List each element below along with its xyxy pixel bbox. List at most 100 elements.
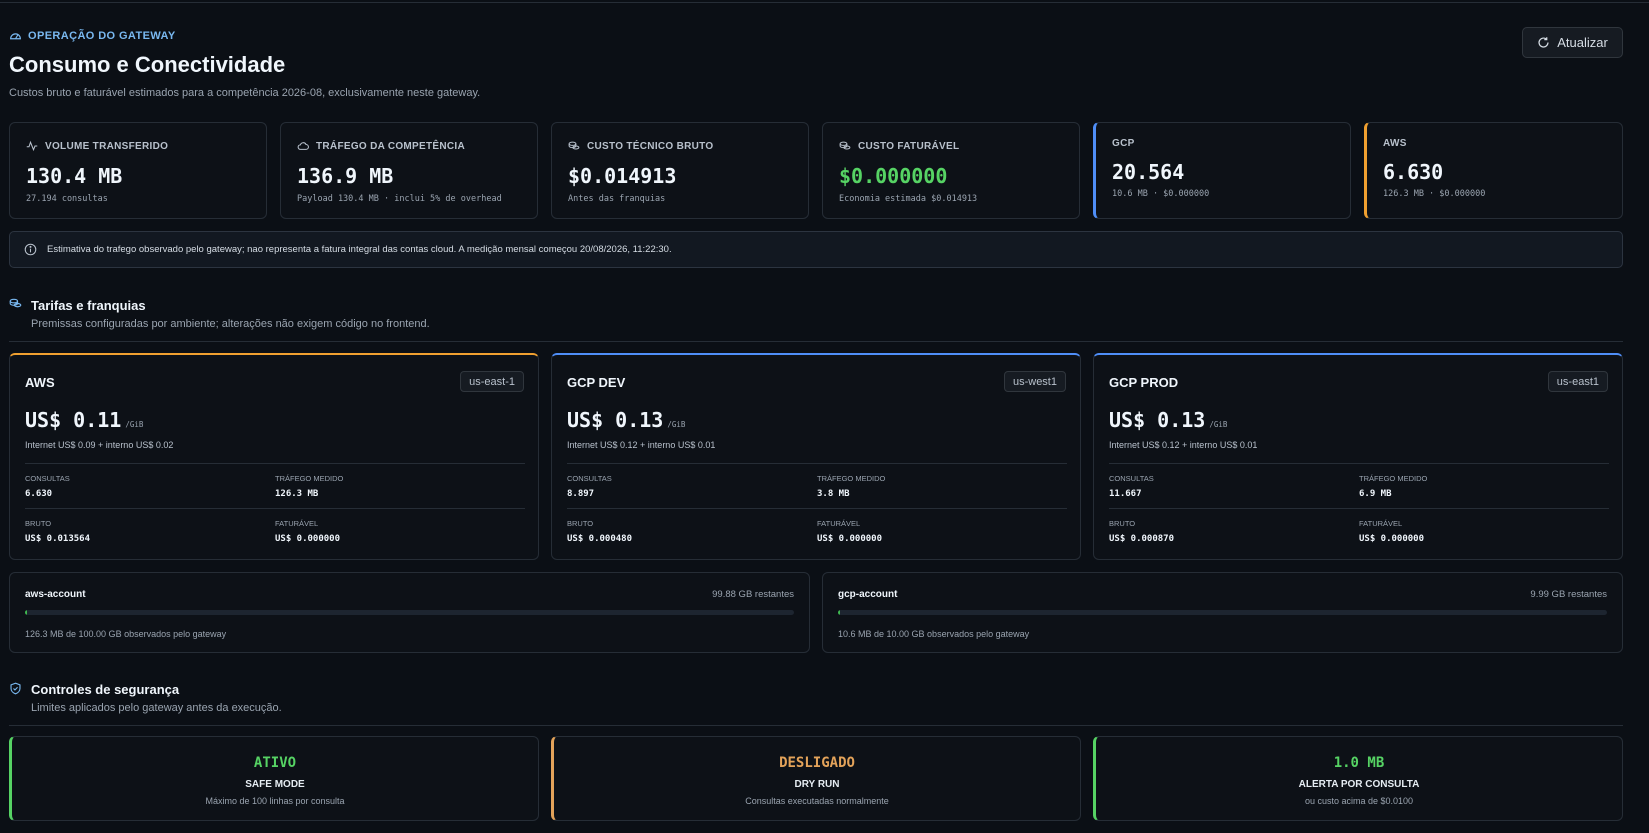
remaining-quota: 99.88 GB restantes [712, 589, 794, 600]
tariffs-section-title: Tarifas e franquias [31, 298, 146, 313]
metric-label: CONSULTAS [1109, 474, 1154, 483]
metric-value: 6.630 [25, 489, 53, 499]
price-unit: /GiB [1209, 420, 1228, 429]
quota-progress-fill [25, 610, 27, 615]
refresh-icon [1538, 37, 1549, 48]
metric-label: CONSULTAS [567, 474, 612, 483]
tariff-breakdown: Internet US$ 0.12 + interno US$ 0.01 [567, 440, 716, 450]
price-value: US$ 0.11 [25, 408, 122, 432]
security-card-dry-run: DESLIGADO DRY RUN Consultas executadas n… [551, 736, 1081, 821]
metric-value: 8.897 [567, 489, 595, 499]
security-description: Consultas executadas normalmente [745, 796, 889, 806]
stat-label: TRÁFEGO DA COMPETÊNCIA [316, 140, 466, 152]
eyebrow-text: OPERAÇÃO DO GATEWAY [28, 29, 176, 42]
tariff-card-gcp-prod: GCP PROD us-east1 US$ 0.13/GiB Internet … [1093, 353, 1623, 560]
cloud-icon [297, 142, 309, 150]
stat-label: VOLUME TRANSFERIDO [45, 140, 169, 152]
stat-label: AWS [1383, 138, 1407, 149]
metric-label: TRÁFEGO MEDIDO [1359, 474, 1428, 483]
security-title: SAFE MODE [245, 779, 305, 790]
observed-usage: 126.3 MB de 100.00 GB observados pelo ga… [25, 629, 227, 639]
stat-card-volume: VOLUME TRANSFERIDO 130.4 MB 27.194 consu… [9, 122, 267, 219]
metric-label: FATURÁVEL [817, 519, 861, 528]
coins-icon [9, 298, 22, 308]
stat-value: 130.4 MB [26, 164, 123, 188]
metric-label: BRUTO [25, 519, 52, 528]
stat-label: CUSTO FATURÁVEL [858, 140, 960, 152]
stat-note: 27.194 consultas [26, 194, 108, 204]
stat-note: Payload 130.4 MB · inclui 5% de overhead [297, 194, 502, 204]
stat-label: CUSTO TÉCNICO BRUTO [587, 140, 714, 152]
region-badge: us-east1 [1547, 371, 1608, 392]
metric-value: US$ 0.000000 [275, 534, 341, 544]
quota-card-gcp: gcp-account 9.99 GB restantes 10.6 MB de… [822, 572, 1623, 653]
page-title: Consumo e Conectividade [9, 52, 286, 77]
stat-value: 136.9 MB [297, 164, 394, 188]
account-name: aws-account [25, 589, 86, 600]
metric-label: FATURÁVEL [275, 519, 319, 528]
gauge-icon [10, 33, 21, 40]
security-description: ou custo acima de $0.0100 [1304, 796, 1414, 806]
metric-value: US$ 0.000480 [567, 534, 633, 544]
security-section-subtitle: Limites aplicados pelo gateway antes da … [31, 702, 282, 714]
metric-value: 6.9 MB [1359, 489, 1392, 499]
metric-value: US$ 0.013564 [25, 534, 91, 544]
tariff-breakdown: Internet US$ 0.09 + interno US$ 0.02 [25, 440, 174, 450]
coins-icon [568, 141, 580, 150]
tariff-price: US$ 0.13/GiB [567, 408, 685, 432]
account-name: gcp-account [838, 589, 898, 600]
info-icon [24, 243, 37, 256]
stat-value: 20.564 [1112, 160, 1185, 184]
refresh-button[interactable]: Atualizar [1522, 27, 1623, 58]
shield-icon [10, 682, 21, 695]
metric-label: TRÁFEGO MEDIDO [817, 474, 886, 483]
security-state: DESLIGADO [779, 755, 855, 771]
quota-progress-bar [25, 610, 794, 615]
region-badge: us-west1 [1003, 371, 1066, 392]
stat-value: 6.630 [1383, 160, 1444, 184]
coins-icon [839, 141, 851, 150]
security-title: DRY RUN [794, 779, 840, 790]
tariff-name: AWS [25, 375, 55, 390]
metric-label: CONSULTAS [25, 474, 70, 483]
section-divider [9, 341, 1623, 342]
quota-progress-fill [838, 610, 840, 615]
region-badge: us-east-1 [460, 371, 524, 392]
tariff-breakdown: Internet US$ 0.12 + interno US$ 0.01 [1109, 440, 1258, 450]
security-description: Máximo de 100 linhas por consulta [205, 796, 345, 806]
tariff-name: GCP DEV [567, 375, 626, 390]
security-card-safe-mode: ATIVO SAFE MODE Máximo de 100 linhas por… [9, 736, 539, 821]
stat-value: $0.014913 [568, 164, 677, 188]
metric-label: BRUTO [1109, 519, 1136, 528]
stat-label: GCP [1112, 138, 1135, 149]
tariff-card-gcp-dev: GCP DEV us-west1 US$ 0.13/GiB Internet U… [551, 353, 1081, 560]
info-banner: Estimativa do trafego observado pelo gat… [9, 231, 1623, 268]
metric-label: BRUTO [567, 519, 594, 528]
activity-icon [26, 140, 38, 152]
metric-value: 11.667 [1109, 489, 1142, 499]
top-divider [0, 0, 1649, 3]
observed-usage: 10.6 MB de 10.00 GB observados pelo gate… [838, 629, 1030, 639]
stat-card-gcp: GCP 20.564 10.6 MB · $0.000000 [1093, 122, 1351, 219]
security-card-query-alert: 1.0 MB ALERTA POR CONSULTA ou custo acim… [1093, 736, 1623, 821]
tariff-price: US$ 0.13/GiB [1109, 408, 1227, 432]
stat-card-gross-cost: CUSTO TÉCNICO BRUTO $0.014913 Antes das … [551, 122, 809, 219]
security-title: ALERTA POR CONSULTA [1298, 779, 1420, 790]
metric-value: US$ 0.000870 [1109, 534, 1175, 544]
page-eyebrow: OPERAÇÃO DO GATEWAY [9, 29, 176, 42]
price-unit: /GiB [125, 420, 144, 429]
quota-progress-bar [838, 610, 1607, 615]
metric-value: 126.3 MB [275, 489, 319, 499]
quota-card-aws: aws-account 99.88 GB restantes 126.3 MB … [9, 572, 810, 653]
section-divider [9, 725, 1623, 726]
metric-value: 3.8 MB [817, 489, 850, 499]
remaining-quota: 9.99 GB restantes [1530, 589, 1607, 600]
tariffs-section-subtitle: Premissas configuradas por ambiente; alt… [31, 318, 430, 330]
tariff-price: US$ 0.11/GiB [25, 408, 143, 432]
metric-value: US$ 0.000000 [1359, 534, 1425, 544]
metric-label: TRÁFEGO MEDIDO [275, 474, 344, 483]
stat-card-traffic: TRÁFEGO DA COMPETÊNCIA 136.9 MB Payload … [280, 122, 538, 219]
security-state: 1.0 MB [1333, 755, 1385, 771]
security-section-title: Controles de segurança [31, 682, 180, 697]
refresh-label: Atualizar [1557, 35, 1608, 50]
